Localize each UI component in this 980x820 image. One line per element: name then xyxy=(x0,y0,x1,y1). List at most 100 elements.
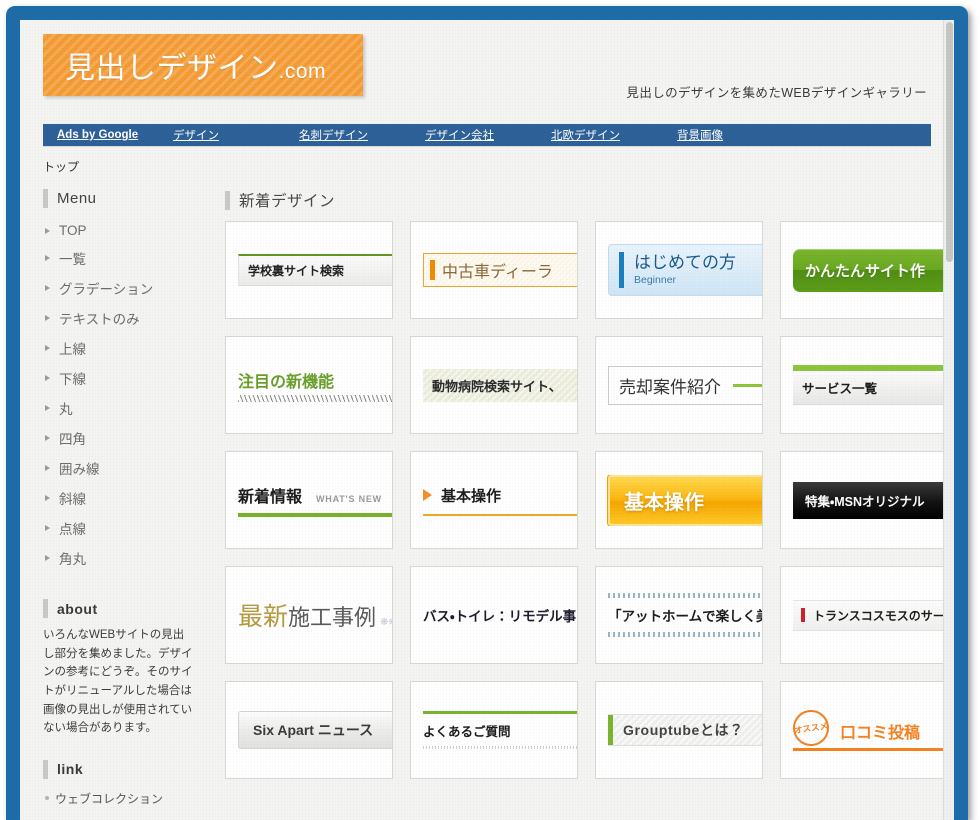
table-row[interactable]: バス・トイレ：リモデル事 xyxy=(410,566,578,664)
thumb-inner: かんたんサイト作 xyxy=(781,248,947,292)
triangle-row: 基本操作 xyxy=(423,485,577,506)
table-row[interactable]: 特集・MSNオリジナル xyxy=(780,451,948,549)
sidebar-item-text-only[interactable]: テキストのみ xyxy=(43,303,203,333)
table-row[interactable]: 新着情報 WHAT'S NEW xyxy=(225,451,393,549)
sidebar-item-enclosing-line[interactable]: 囲み線 xyxy=(43,453,203,483)
table-row[interactable]: サービス一覧 xyxy=(780,336,948,434)
thumb-inner: オススメ 口コミ投稿 xyxy=(781,709,947,751)
chevron-right-icon xyxy=(45,255,50,261)
chevron-right-icon xyxy=(45,375,50,381)
sidebar-item-top-line[interactable]: 上線 xyxy=(43,333,203,363)
sidebar-item-top[interactable]: TOP xyxy=(43,218,203,243)
sidebar-item-dotted-line[interactable]: 点線 xyxy=(43,513,203,543)
bullet-icon xyxy=(45,796,49,801)
thumb-inner: 新着情報 WHAT'S NEW xyxy=(226,483,392,517)
thumb-inner: バス・トイレ：リモデル事 xyxy=(411,605,577,625)
design-sample-label: 売却案件紹介 xyxy=(619,377,721,397)
design-sample-label: 新着情報 xyxy=(238,489,303,506)
site-tagline: 見出しのデザインを集めたWEBデザインギャラリー xyxy=(626,86,927,100)
design-sample-boxrule: 売却案件紹介 xyxy=(608,365,762,405)
table-row[interactable]: 「アットホームで楽しく美 xyxy=(595,566,763,664)
about-section: about いろんなWEBサイトの見出し部分を集めました。デザインの参考にどうぞ… xyxy=(43,599,203,738)
dotted-rule-bottom-icon xyxy=(423,746,577,749)
sidebar-item-label: 上線 xyxy=(59,342,86,357)
sidebar-item-label: 一覧 xyxy=(59,252,86,267)
about-text: いろんなWEBサイトの見出し部分を集めました。デザインの参考にどうぞ。そのサイト… xyxy=(43,629,193,735)
design-sample-label: 中古車ディーラ xyxy=(442,264,553,281)
thumb-inner: トランスコスモスのサービ xyxy=(781,599,947,631)
ad-link-3[interactable]: デザイン会社 xyxy=(425,127,551,143)
hatched-rule-icon xyxy=(238,395,392,402)
thumb-inner: サービス一覧 xyxy=(781,365,947,405)
browser-window-frame: 見出しデザイン.com 見出しのデザインを集めたWEBデザインギャラリー Ads… xyxy=(6,6,968,820)
table-row[interactable]: はじめての方 Beginner xyxy=(595,221,763,319)
sidebar-item-gradation[interactable]: グラデーション xyxy=(43,273,203,303)
table-row[interactable]: 売却案件紹介 xyxy=(595,336,763,434)
scrollbar-thumb[interactable] xyxy=(946,22,953,262)
page-viewport: 見出しデザイン.com 見出しのデザインを集めたWEBデザインギャラリー Ads… xyxy=(20,20,954,820)
breadcrumb[interactable]: トップ xyxy=(43,158,931,175)
site-logo[interactable]: 見出しデザイン.com xyxy=(43,34,363,96)
ad-link-1[interactable]: デザイン xyxy=(173,127,299,143)
table-row[interactable]: よくあるご質問 xyxy=(410,681,578,779)
orange-underline-icon xyxy=(423,513,577,516)
table-row[interactable]: Six Apart ニュース xyxy=(225,681,393,779)
thumb-inner: 基本操作 xyxy=(411,485,577,516)
ad-link-2[interactable]: 名刺デザイン xyxy=(299,127,425,143)
design-sample-label: 口コミ投稿 xyxy=(840,724,921,742)
chevron-right-icon xyxy=(45,435,50,441)
design-sample-label: バス・トイレ：リモデル事 xyxy=(423,609,577,624)
table-row[interactable]: トランスコスモスのサービ xyxy=(780,566,948,664)
table-row[interactable]: 基本操作 xyxy=(410,451,578,549)
design-thumbnail-grid: 学校裏サイト検索 中古車ディーラ はじめての方 Beginner かんたんサイト… xyxy=(225,221,948,779)
design-sample-redtick: トランスコスモスのサービ xyxy=(793,599,947,631)
logo-tld-text: .com xyxy=(278,60,327,83)
design-sample-label: Grouptubeとは？ xyxy=(623,722,744,738)
table-row[interactable]: 学校裏サイト検索 xyxy=(225,221,393,319)
orange-underline-icon xyxy=(793,747,947,751)
design-sample-label: 基本操作 xyxy=(441,487,502,505)
design-sample-greenleft: Grouptubeとは？ xyxy=(608,714,762,746)
sidebar-menu-list: TOP 一覧 グラデーション テキストのみ 上線 下線 丸 四角 囲み線 斜線 … xyxy=(43,218,203,573)
table-row[interactable]: 基本操作 xyxy=(595,451,763,549)
vertical-scrollbar[interactable] xyxy=(943,20,954,820)
table-row[interactable]: かんたんサイト作 xyxy=(780,221,948,319)
design-sample-dotrule: 「アットホームで楽しく美 xyxy=(608,593,762,637)
ads-by-google-label[interactable]: Ads by Google xyxy=(43,129,173,141)
header-divider xyxy=(43,146,931,147)
sidebar-item-diagonal-line[interactable]: 斜線 xyxy=(43,483,203,513)
thumb-inner: 基本操作 xyxy=(596,474,762,526)
sidebar-item-label: テキストのみ xyxy=(59,312,140,327)
thumb-inner: 特集・MSNオリジナル xyxy=(781,481,947,519)
thumb-inner: Grouptubeとは？ xyxy=(596,714,762,746)
table-row[interactable]: オススメ 口コミ投稿 xyxy=(780,681,948,779)
red-tick-icon xyxy=(801,608,805,622)
sidebar-item-label: 四角 xyxy=(59,432,86,447)
sidebar-item-label: 下線 xyxy=(59,372,86,387)
table-row[interactable]: 最新施工事例❋❋ xyxy=(225,566,393,664)
sidebar-item-circle[interactable]: 丸 xyxy=(43,393,203,423)
list-item[interactable]: ウェブコレクション xyxy=(43,787,203,810)
design-sample-label: 注目の新機能 xyxy=(238,374,335,391)
sidebar-item-rounded-corner[interactable]: 角丸 xyxy=(43,543,203,573)
design-sample-label: 学校裏サイト検索 xyxy=(238,254,392,286)
badge-row: オススメ 口コミ投稿 xyxy=(790,709,947,748)
table-row[interactable]: 中古車ディーラ xyxy=(410,221,578,319)
chevron-right-icon xyxy=(45,285,50,291)
link-section: link ウェブコレクション xyxy=(43,760,203,810)
ad-link-4[interactable]: 北欧デザイン xyxy=(551,127,677,143)
whatsnew-row: 新着情報 WHAT'S NEW xyxy=(238,483,392,507)
sidebar-item-list[interactable]: 一覧 xyxy=(43,243,203,273)
table-row[interactable]: Grouptubeとは？ xyxy=(595,681,763,779)
table-row[interactable]: 動物病院検索サイト、 xyxy=(410,336,578,434)
sidebar-item-square[interactable]: 四角 xyxy=(43,423,203,453)
sidebar-item-bottom-line[interactable]: 下線 xyxy=(43,363,203,393)
chevron-right-icon xyxy=(45,495,50,501)
triangle-right-icon xyxy=(423,489,432,501)
about-heading: about xyxy=(43,599,203,618)
design-sample-label: 基本操作 xyxy=(607,474,762,526)
thumb-inner: はじめての方 Beginner xyxy=(596,244,762,296)
ad-link-5[interactable]: 背景画像 xyxy=(677,127,803,143)
table-row[interactable]: 注目の新機能 xyxy=(225,336,393,434)
design-sample-orangebox: 中古車ディーラ xyxy=(423,253,577,287)
